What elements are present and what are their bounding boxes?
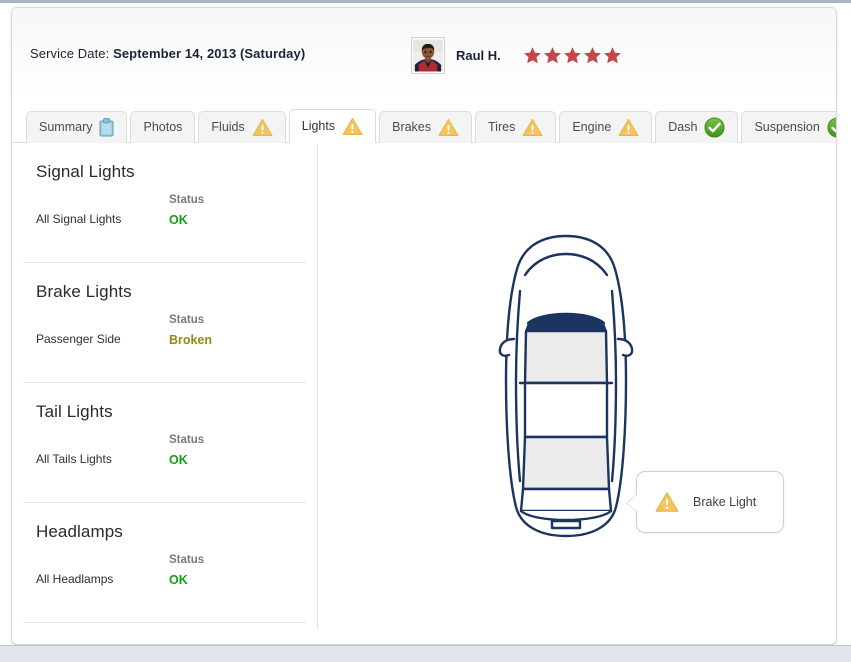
group-title: Headlamps bbox=[36, 522, 306, 542]
inspection-row: All Signal Lights Status OK bbox=[23, 194, 306, 227]
report-header: Service Date: September 14, 2013 (Saturd… bbox=[12, 8, 836, 95]
warning-triangle-icon bbox=[252, 118, 273, 137]
tab-brakes[interactable]: Brakes bbox=[379, 111, 472, 143]
warning-triangle-icon bbox=[522, 118, 543, 137]
group-title: Brake Lights bbox=[36, 282, 306, 302]
item-name: Passenger Side bbox=[36, 332, 169, 347]
window-footer bbox=[0, 645, 851, 662]
service-date-label: Service Date: bbox=[30, 46, 109, 61]
inspection-group-tail-lights: Tail Lights All Tails Lights Status OK bbox=[23, 383, 306, 503]
group-title: Tail Lights bbox=[36, 402, 306, 422]
tab-label: Fluids bbox=[211, 121, 244, 134]
item-name: All Signal Lights bbox=[36, 212, 169, 227]
tab-label: Lights bbox=[302, 120, 335, 133]
app-viewport: Service Date: September 14, 2013 (Saturd… bbox=[0, 0, 851, 662]
technician-name: Raul H. bbox=[456, 48, 501, 63]
tab-photos[interactable]: Photos bbox=[130, 111, 195, 143]
warning-triangle-icon bbox=[618, 118, 639, 137]
car-top-view-icon bbox=[490, 231, 642, 541]
warning-triangle-icon bbox=[655, 491, 679, 513]
rating-stars bbox=[523, 46, 622, 65]
status-badge: OK bbox=[169, 453, 204, 467]
item-name: All Headlamps bbox=[36, 572, 169, 587]
tab-label: Brakes bbox=[392, 121, 431, 134]
status-column-header: Status bbox=[169, 434, 204, 446]
status-column-header: Status bbox=[169, 314, 212, 326]
inspection-list: Signal Lights All Signal Lights Status O… bbox=[12, 143, 317, 645]
warning-triangle-icon bbox=[342, 117, 363, 136]
star-icon bbox=[563, 46, 582, 65]
inspection-row: Passenger Side Status Broken bbox=[23, 314, 306, 347]
service-date: Service Date: September 14, 2013 (Saturd… bbox=[30, 46, 305, 61]
inspection-row: All Tails Lights Status OK bbox=[23, 434, 306, 467]
brake-light-callout[interactable]: Brake Light bbox=[636, 471, 784, 533]
status-badge: OK bbox=[169, 573, 204, 587]
window-top-border bbox=[0, 0, 851, 3]
star-icon bbox=[603, 46, 622, 65]
clipboard-icon bbox=[99, 118, 114, 137]
tab-suspension[interactable]: Suspension bbox=[741, 111, 837, 143]
tab-label: Suspension bbox=[754, 121, 819, 134]
tab-lights[interactable]: Lights bbox=[289, 109, 376, 143]
star-icon bbox=[523, 46, 542, 65]
report-content: Signal Lights All Signal Lights Status O… bbox=[12, 143, 837, 645]
tab-label: Photos bbox=[143, 121, 182, 134]
tab-dash[interactable]: Dash bbox=[655, 111, 738, 143]
status-badge: Broken bbox=[169, 333, 212, 347]
tab-summary[interactable]: Summary bbox=[26, 111, 127, 143]
vehicle-diagram-panel: Brake Light bbox=[318, 143, 837, 645]
status-column-header: Status bbox=[169, 554, 204, 566]
tab-tires[interactable]: Tires bbox=[475, 111, 556, 143]
tab-label: Tires bbox=[488, 121, 515, 134]
group-title: Signal Lights bbox=[36, 162, 306, 182]
inspection-report-card: Service Date: September 14, 2013 (Saturd… bbox=[11, 7, 837, 645]
callout-label: Brake Light bbox=[693, 495, 756, 509]
item-name: All Tails Lights bbox=[36, 452, 169, 467]
item-status: Status OK bbox=[169, 554, 204, 587]
category-tabbar[interactable]: Summary Photos Fluids L bbox=[12, 95, 837, 143]
item-status: Status OK bbox=[169, 194, 204, 227]
item-status: Status Broken bbox=[169, 314, 212, 347]
item-status: Status OK bbox=[169, 434, 204, 467]
check-circle-icon bbox=[704, 117, 725, 138]
status-badge: OK bbox=[169, 213, 204, 227]
tab-engine[interactable]: Engine bbox=[559, 111, 652, 143]
status-column-header: Status bbox=[169, 194, 204, 206]
technician-block: Raul H. bbox=[411, 34, 622, 76]
callout-arrow-fill bbox=[627, 494, 638, 512]
inspection-group-signal-lights: Signal Lights All Signal Lights Status O… bbox=[23, 143, 306, 263]
inspection-group-brake-lights: Brake Lights Passenger Side Status Broke… bbox=[23, 263, 306, 383]
inspection-row: All Headlamps Status OK bbox=[23, 554, 306, 587]
check-circle-icon bbox=[827, 117, 837, 138]
tab-label: Summary bbox=[39, 121, 92, 134]
star-icon bbox=[583, 46, 602, 65]
service-date-value: September 14, 2013 (Saturday) bbox=[113, 46, 305, 61]
star-icon bbox=[543, 46, 562, 65]
warning-triangle-icon bbox=[438, 118, 459, 137]
tab-fluids[interactable]: Fluids bbox=[198, 111, 285, 143]
tab-label: Engine bbox=[572, 121, 611, 134]
tab-label: Dash bbox=[668, 121, 697, 134]
avatar bbox=[411, 37, 445, 74]
inspection-group-headlamps: Headlamps All Headlamps Status OK bbox=[23, 503, 306, 623]
